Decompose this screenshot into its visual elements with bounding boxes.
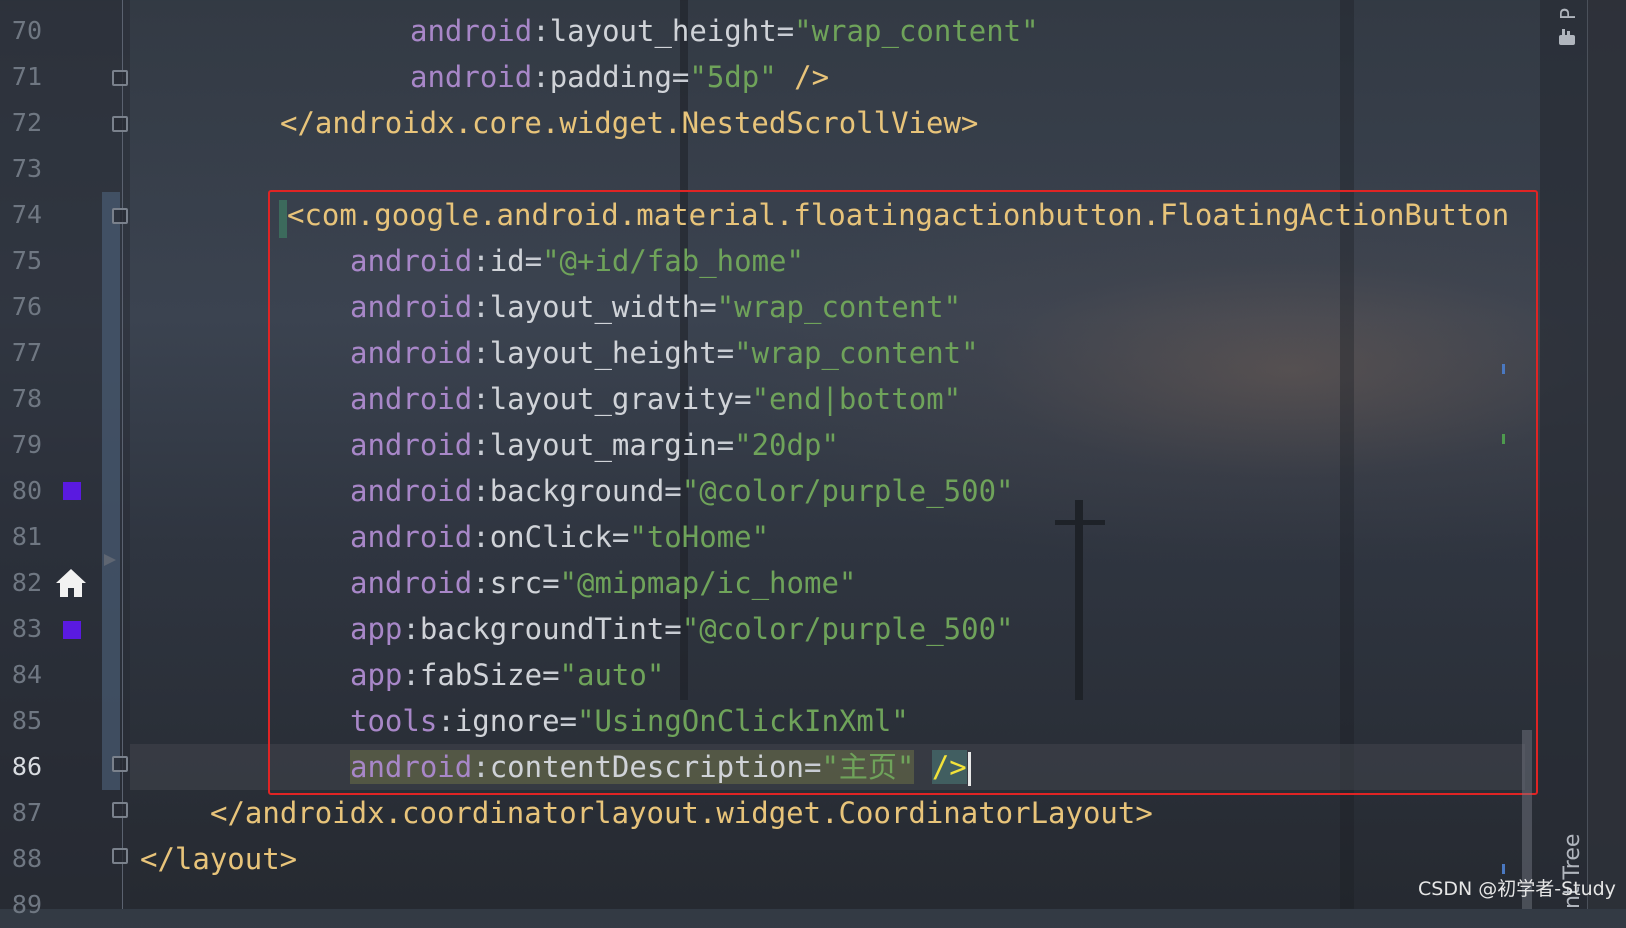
line-number: 71 (11, 62, 42, 91)
code-token: padding (549, 60, 672, 94)
code-token: </androidx.coordinatorlayout.widget.Coor… (210, 796, 1153, 830)
line-number: 82 (11, 568, 42, 597)
code-token: layout_height (549, 14, 777, 48)
code-token: = (776, 14, 795, 48)
code-line[interactable]: </androidx.core.widget.NestedScrollView> (280, 100, 978, 146)
annotation-highlight-box (268, 190, 1538, 795)
code-token: "wrap_content" (794, 14, 1039, 48)
vcs-change-bar[interactable] (102, 192, 120, 790)
code-token: "5dp" (689, 60, 777, 94)
line-number: 88 (11, 844, 42, 873)
home-icon[interactable] (54, 566, 88, 600)
line-number: 80 (11, 476, 42, 505)
code-token: android (410, 60, 533, 94)
line-number: 83 (11, 614, 42, 643)
code-line[interactable]: </layout> (140, 836, 297, 882)
line-number: 74 (11, 200, 42, 229)
line-number: 77 (11, 338, 42, 367)
color-swatch-icon[interactable] (63, 621, 81, 639)
line-number: 86 (11, 752, 42, 781)
fold-marker[interactable] (112, 848, 128, 864)
fold-marker[interactable] (112, 208, 128, 224)
line-number: 85 (11, 706, 42, 735)
change-marker (1502, 434, 1505, 444)
line-number: 72 (11, 108, 42, 137)
change-marker (1502, 364, 1505, 374)
code-token: </androidx.core.widget.NestedScrollView> (280, 106, 979, 140)
change-marker (1502, 864, 1505, 874)
code-token: android (410, 14, 533, 48)
fold-marker[interactable] (112, 802, 128, 818)
palette-icon[interactable] (1556, 26, 1578, 48)
line-number: 81 (11, 522, 42, 551)
code-line[interactable]: </androidx.coordinatorlayout.widget.Coor… (210, 790, 1153, 836)
code-token: /> (776, 60, 830, 94)
fold-marker[interactable] (112, 116, 128, 132)
palette-tab[interactable]: P (1556, 8, 1580, 20)
code-token: : (532, 60, 550, 94)
line-number: 76 (11, 292, 42, 321)
line-number: 84 (11, 660, 42, 689)
color-swatch-icon[interactable] (63, 482, 81, 500)
breakpoint-arrow-icon (104, 554, 116, 566)
line-number: 73 (11, 154, 42, 183)
line-number: 79 (11, 430, 42, 459)
fold-marker[interactable] (112, 756, 128, 772)
gutter-divider (122, 0, 123, 909)
code-token: : (532, 14, 550, 48)
line-number: 78 (11, 384, 42, 413)
line-number: 75 (11, 246, 42, 275)
window-edge (1587, 0, 1626, 909)
code-token: = (671, 60, 690, 94)
code-token: </layout> (140, 842, 298, 876)
line-number: 87 (11, 798, 42, 827)
fold-marker[interactable] (112, 70, 128, 86)
code-line[interactable]: android:padding="5dp" /> (410, 54, 829, 100)
code-line[interactable]: android:layout_height="wrap_content" (410, 8, 1039, 54)
line-number: 89 (11, 890, 42, 919)
watermark: CSDN @初学者-Study (1418, 878, 1616, 900)
line-number: 70 (11, 16, 42, 45)
right-tool-strip (1540, 0, 1587, 909)
